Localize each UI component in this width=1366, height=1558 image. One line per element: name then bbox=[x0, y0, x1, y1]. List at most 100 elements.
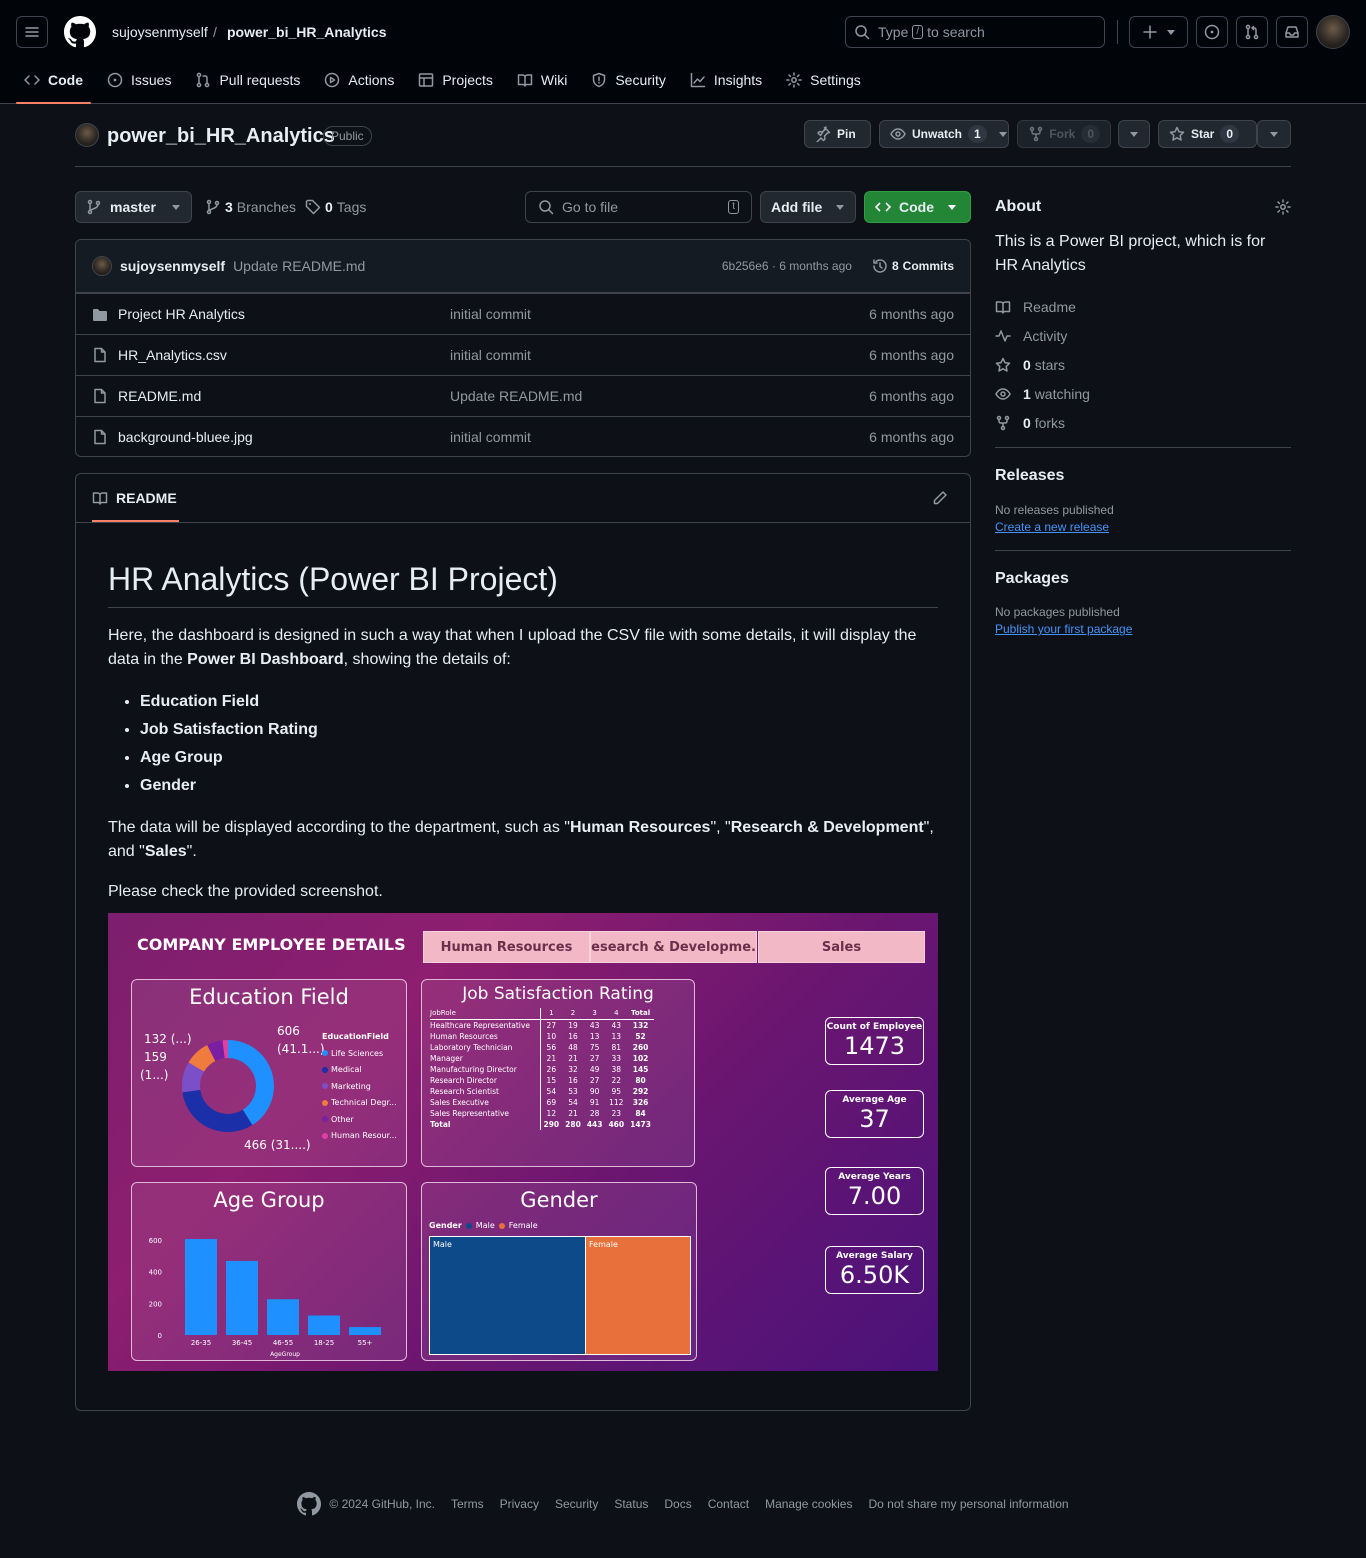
activity-link[interactable]: Activity bbox=[995, 321, 1291, 350]
pull-requests-button[interactable] bbox=[1236, 16, 1268, 48]
tab-actions[interactable]: Actions bbox=[316, 64, 402, 96]
tags-link[interactable]: 0 Tags bbox=[305, 199, 366, 215]
github-logo[interactable] bbox=[64, 16, 96, 48]
legend-swatch bbox=[322, 1050, 328, 1057]
kpi-label: Average Years bbox=[838, 1172, 911, 1182]
star-dropdown-button[interactable] bbox=[1257, 120, 1291, 148]
job-table-cell: 54 bbox=[539, 1086, 563, 1097]
readme-link[interactable]: Readme bbox=[995, 292, 1291, 321]
user-avatar[interactable] bbox=[1316, 15, 1350, 49]
gear-icon[interactable] bbox=[1275, 199, 1291, 215]
gender-treemap: Male Female bbox=[429, 1236, 691, 1355]
footer-link[interactable]: Security bbox=[555, 1497, 598, 1511]
commits-link[interactable]: 8 Commits bbox=[872, 258, 954, 274]
footer-link[interactable]: Terms bbox=[451, 1497, 484, 1511]
forks-link[interactable]: 0 forks bbox=[995, 408, 1291, 437]
kpi-label: Average Salary bbox=[836, 1251, 913, 1261]
inbox-icon bbox=[1285, 26, 1299, 38]
job-table-cell: 75 bbox=[589, 1043, 600, 1052]
footer-link[interactable]: Status bbox=[614, 1497, 648, 1511]
file-row[interactable]: background-bluee.jpg initial commit 6 mo… bbox=[76, 416, 970, 456]
job-table-cell: 460 bbox=[608, 1120, 625, 1129]
dashboard-screenshot: COMPANY EMPLOYEE DETAILS Human Resources… bbox=[108, 913, 938, 1371]
packages-heading[interactable]: Packages bbox=[995, 570, 1291, 588]
commit-author-avatar[interactable] bbox=[92, 256, 112, 276]
github-mark-icon[interactable] bbox=[297, 1492, 322, 1516]
tab-settings[interactable]: Settings bbox=[778, 64, 869, 96]
go-to-file-placeholder: Go to file bbox=[562, 199, 619, 215]
footer-link[interactable]: Docs bbox=[664, 1497, 691, 1511]
commit-message[interactable]: Update README.md bbox=[233, 258, 365, 274]
file-commit-message[interactable]: initial commit bbox=[450, 347, 531, 363]
header-repo-link[interactable]: power_bi_HR_Analytics bbox=[227, 24, 387, 40]
footer-link[interactable]: Manage cookies bbox=[765, 1497, 852, 1511]
search-input[interactable]: Type / to search bbox=[845, 16, 1105, 48]
tab-pull-requests[interactable]: Pull requests bbox=[187, 64, 308, 96]
releases-heading[interactable]: Releases bbox=[995, 467, 1291, 485]
tab-insights[interactable]: Insights bbox=[682, 64, 770, 96]
add-file-button[interactable]: Add file bbox=[760, 191, 856, 223]
branch-selector[interactable]: master bbox=[75, 191, 192, 223]
create-release-link[interactable]: Create a new release bbox=[995, 520, 1291, 534]
create-new-button[interactable] bbox=[1129, 16, 1188, 48]
about-heading: About bbox=[995, 198, 1042, 215]
footer-link[interactable]: Privacy bbox=[500, 1497, 539, 1511]
footer-link[interactable]: Contact bbox=[708, 1497, 749, 1511]
owner-avatar[interactable] bbox=[75, 123, 99, 147]
tab-projects[interactable]: Projects bbox=[410, 64, 501, 96]
tag-icon bbox=[305, 199, 321, 215]
p2-c: ", " bbox=[710, 819, 731, 836]
inbox-button[interactable] bbox=[1276, 16, 1308, 48]
job-table-cell: 112 bbox=[609, 1098, 624, 1107]
file-name[interactable]: Project HR Analytics bbox=[118, 306, 245, 322]
watching-link[interactable]: 1 watching bbox=[995, 379, 1291, 408]
file-name[interactable]: background-bluee.jpg bbox=[118, 429, 253, 445]
file-row[interactable]: Project HR Analytics initial commit 6 mo… bbox=[76, 293, 970, 334]
footer-link[interactable]: Do not share my personal information bbox=[868, 1497, 1068, 1511]
go-to-file-input[interactable]: Go to file t bbox=[525, 191, 752, 223]
file-commit-message[interactable]: initial commit bbox=[450, 429, 531, 445]
readme-tab[interactable]: README bbox=[92, 490, 177, 506]
tab-security[interactable]: Security bbox=[583, 64, 674, 96]
publish-package-link[interactable]: Publish your first package bbox=[995, 622, 1291, 636]
unwatch-button[interactable]: Unwatch 1 bbox=[879, 120, 1009, 148]
code-button[interactable]: Code bbox=[864, 191, 971, 223]
file-commit-message[interactable]: Update README.md bbox=[450, 388, 582, 404]
job-table-cell: 2 bbox=[562, 1008, 584, 1020]
job-table-cell: 27 bbox=[589, 1076, 600, 1085]
fork-dropdown-button[interactable] bbox=[1118, 120, 1150, 148]
activity-link-label: Activity bbox=[1023, 327, 1068, 344]
file-commit-message[interactable]: initial commit bbox=[450, 306, 531, 322]
fork-button[interactable]: Fork 0 bbox=[1017, 120, 1111, 148]
job-table-cell: Total bbox=[627, 1008, 654, 1020]
job-table-cell: 48 bbox=[568, 1043, 578, 1052]
job-table-cell: 38 bbox=[611, 1065, 622, 1074]
commit-hash-time[interactable]: 6b256e6 · 6 months ago bbox=[722, 259, 852, 273]
branches-link[interactable]: 3 Branches bbox=[205, 199, 296, 215]
male-swatch bbox=[465, 1222, 472, 1229]
issue-icon bbox=[107, 72, 123, 88]
pin-button[interactable]: Pin bbox=[804, 120, 871, 148]
star-button[interactable]: Star 0 bbox=[1158, 120, 1257, 148]
kpi-label: Count of Employee bbox=[826, 1022, 923, 1032]
menu-button[interactable] bbox=[16, 16, 48, 48]
job-table-cell: 19 bbox=[568, 1021, 578, 1030]
file-name[interactable]: README.md bbox=[118, 388, 201, 404]
stars-link[interactable]: 0 stars bbox=[995, 350, 1291, 379]
tab-issues[interactable]: Issues bbox=[99, 64, 179, 96]
file-age: 6 months ago bbox=[869, 306, 954, 322]
issues-button[interactable] bbox=[1196, 16, 1228, 48]
tab-code[interactable]: Code bbox=[16, 64, 91, 104]
commit-author[interactable]: sujoysenmyself bbox=[120, 258, 225, 274]
pencil-icon[interactable] bbox=[932, 490, 948, 506]
job-table-cell: 26 bbox=[539, 1064, 563, 1075]
file-name[interactable]: HR_Analytics.csv bbox=[118, 347, 227, 363]
plus-icon bbox=[1142, 25, 1157, 39]
file-row[interactable]: HR_Analytics.csv initial commit 6 months… bbox=[76, 334, 970, 375]
header-owner-link[interactable]: sujoysenmyself bbox=[112, 24, 208, 40]
repo-title[interactable]: power_bi_HR_Analytics bbox=[107, 123, 335, 149]
file-row[interactable]: README.md Update README.md 6 months ago bbox=[76, 375, 970, 416]
tab-wiki[interactable]: Wiki bbox=[509, 64, 575, 96]
issue-icon bbox=[1204, 24, 1220, 40]
readme-list-item: Age Group bbox=[140, 744, 938, 772]
